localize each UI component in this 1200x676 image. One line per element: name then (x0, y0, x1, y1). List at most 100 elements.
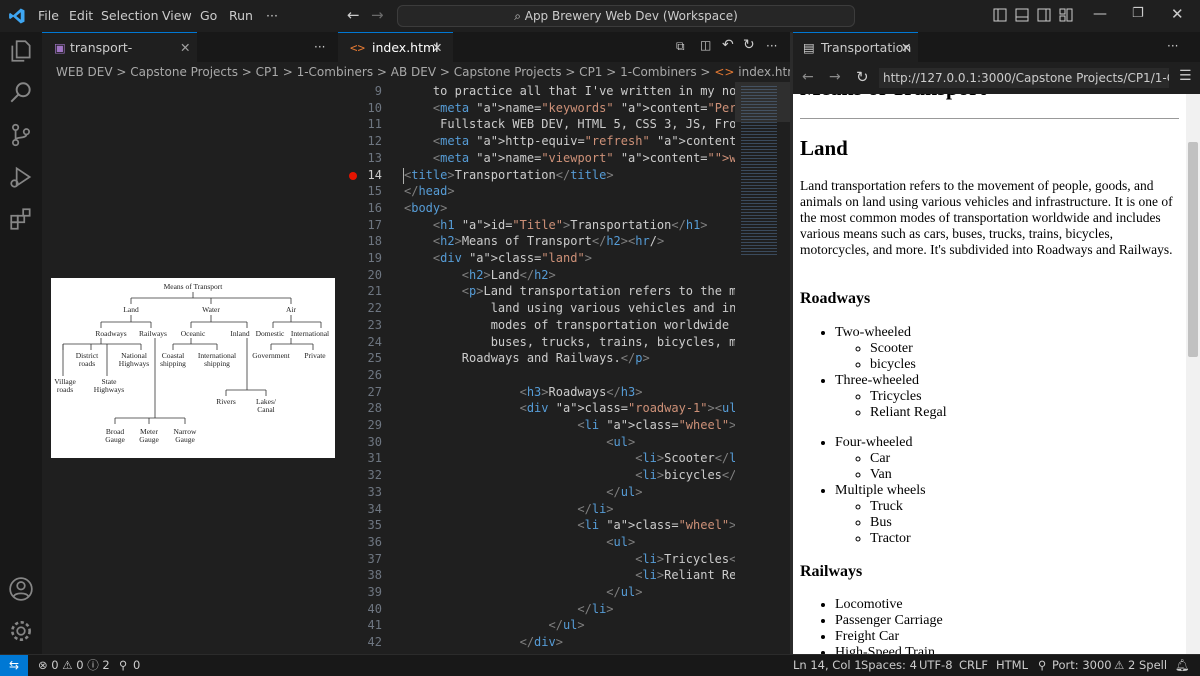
spell-check[interactable]: 2 Spell (1128, 655, 1167, 676)
code-line[interactable]: </ul> (404, 485, 642, 499)
code-line[interactable]: </li> (404, 502, 613, 516)
menu-edit[interactable]: Edit (69, 0, 93, 32)
tab-index-html[interactable]: <> index.html ✕ (338, 32, 453, 63)
breadcrumb-path[interactable]: WEB DEV > Capstone Projects > CP1 > 1-Co… (42, 65, 714, 79)
forward-arrow-icon[interactable]: → (371, 6, 384, 24)
breakpoint-icon[interactable] (349, 171, 357, 180)
line-number[interactable]: 39 (338, 585, 382, 599)
code-line[interactable]: <ul> (404, 435, 635, 449)
line-number[interactable]: 33 (338, 485, 382, 499)
line-number[interactable]: 27 (338, 385, 382, 399)
line-number[interactable]: 26 (338, 368, 382, 382)
code-line[interactable]: <h2>Means of Transport</h2><hr/> (404, 234, 664, 248)
restore-window-icon[interactable]: ❐ (1132, 6, 1144, 21)
code-line[interactable]: <meta "a">name="viewport" "a">content=""… (404, 151, 735, 165)
notifications-bell-icon[interactable]: 🔔︎ (1175, 655, 1190, 676)
code-line[interactable]: <h2>Land</h2> (404, 268, 556, 282)
indentation[interactable]: Spaces: 4 (861, 655, 917, 676)
code-line[interactable]: <p>Land transportation refers to the mov… (404, 284, 735, 298)
close-window-icon[interactable]: ✕ (1171, 5, 1184, 23)
minimize-window-icon[interactable]: — (1093, 6, 1107, 22)
line-number[interactable]: 21 (338, 284, 382, 298)
url-input[interactable]: http://127.0.0.1:3000/Capstone Projects/… (879, 68, 1169, 88)
menu-more[interactable]: ··· (266, 0, 278, 32)
code-line[interactable]: modes of transportation worldwide and (404, 318, 735, 332)
customize-layout-icon[interactable] (1059, 8, 1073, 22)
code-line[interactable]: <li "a">class="wheel">Two-whe (404, 418, 735, 432)
more-actions-icon[interactable]: ··· (766, 39, 777, 53)
run-debug-icon[interactable] (8, 164, 34, 190)
code-line[interactable]: </li> (404, 602, 613, 616)
code-line[interactable]: <li>Scooter</li> (404, 451, 735, 465)
code-line[interactable]: </head> (404, 184, 455, 198)
code-line[interactable]: </ul> (404, 585, 642, 599)
code-line[interactable]: <li>bicycles</li (404, 468, 735, 482)
extensions-icon[interactable] (8, 206, 34, 232)
line-number[interactable]: 16 (338, 201, 382, 215)
tab-transport-modes[interactable]: ▣ transport-modes.jpg ✕ (42, 32, 197, 85)
line-number[interactable]: 40 (338, 602, 382, 616)
browser-forward-icon[interactable]: → (829, 69, 841, 85)
code-line[interactable]: <body> (404, 201, 447, 215)
close-tab-icon[interactable]: ✕ (901, 33, 911, 63)
code-line[interactable]: to practice all that I've written in my … (404, 84, 735, 98)
line-number[interactable]: 32 (338, 468, 382, 482)
line-number[interactable]: 36 (338, 535, 382, 549)
more-actions-icon[interactable]: ··· (1167, 39, 1178, 53)
problems-indicator[interactable]: ⊗ 0 ⚠ 0 ⓘ 2 (38, 655, 110, 676)
menu-run[interactable]: Run (229, 0, 253, 32)
menu-go[interactable]: Go (200, 0, 217, 32)
cursor-position[interactable]: Ln 14, Col 1 (793, 655, 862, 676)
code-line[interactable]: <ul> (404, 535, 635, 549)
line-number[interactable]: 18 (338, 234, 382, 248)
code-line[interactable]: <h1 "a">id="Title">Transportation</h1> (404, 218, 708, 232)
line-number[interactable]: 14 (338, 168, 382, 182)
line-number[interactable]: 28 (338, 401, 382, 415)
line-number[interactable]: 42 (338, 635, 382, 649)
open-preview-icon[interactable]: ⧉ (676, 39, 685, 54)
split-editor-icon[interactable]: ◫ (700, 38, 711, 52)
code-editor[interactable]: 9 to practice all that I've written in m… (338, 82, 735, 654)
line-number[interactable]: 13 (338, 151, 382, 165)
code-line[interactable]: </ul> (404, 618, 585, 632)
back-arrow-icon[interactable]: ← (347, 6, 360, 24)
refresh-icon[interactable]: ↻ (743, 37, 755, 53)
toggle-sidebar-icon[interactable] (993, 8, 1007, 22)
line-number[interactable]: 29 (338, 418, 382, 432)
line-number[interactable]: 12 (338, 134, 382, 148)
code-line[interactable]: <meta "a">name="keywords" "a">content="P… (404, 101, 735, 115)
settings-gear-icon[interactable] (8, 618, 34, 644)
more-actions-icon[interactable]: ··· (314, 39, 325, 55)
line-number[interactable]: 35 (338, 518, 382, 532)
ports-count[interactable]: 0 (133, 655, 140, 676)
line-number[interactable]: 37 (338, 552, 382, 566)
code-line[interactable]: <title>Transportation</title> (404, 168, 614, 182)
line-number[interactable]: 11 (338, 117, 382, 131)
browser-reload-icon[interactable]: ↻ (856, 68, 869, 86)
breadcrumb-file[interactable]: index.html (738, 65, 790, 79)
source-control-icon[interactable] (8, 122, 34, 148)
encoding[interactable]: UTF-8 (919, 655, 953, 676)
code-line[interactable]: <meta "a">http-equiv="refresh" "a">conte… (404, 134, 735, 148)
line-number[interactable]: 34 (338, 502, 382, 516)
code-line[interactable]: <li "a">class="wheel">Three-w (404, 518, 735, 532)
line-number[interactable]: 19 (338, 251, 382, 265)
line-number[interactable]: 17 (338, 218, 382, 232)
code-line[interactable]: <li>Tricycles</li (404, 552, 735, 566)
browser-back-icon[interactable]: ← (802, 69, 814, 85)
tab-transportation[interactable]: ▤ Transportation ✕ (793, 32, 918, 63)
close-tab-icon[interactable]: ✕ (180, 33, 190, 63)
live-server-port[interactable]: Port: 3000 (1052, 655, 1112, 676)
search-icon[interactable] (8, 80, 34, 106)
account-icon[interactable] (8, 576, 34, 602)
code-line[interactable]: <li>Reliant Regal (404, 568, 735, 582)
line-number[interactable]: 31 (338, 451, 382, 465)
command-center-search[interactable]: ⌕ App Brewery Web Dev (Workspace) (397, 5, 855, 27)
hamburger-menu-icon[interactable]: ☰ (1179, 68, 1192, 84)
code-line[interactable]: <div "a">class="roadway-1"><ul> (404, 401, 735, 415)
close-tab-icon[interactable]: ✕ (432, 33, 442, 63)
menu-view[interactable]: View (162, 0, 192, 32)
explorer-icon[interactable] (8, 38, 34, 64)
line-number[interactable]: 20 (338, 268, 382, 282)
line-number[interactable]: 24 (338, 335, 382, 349)
